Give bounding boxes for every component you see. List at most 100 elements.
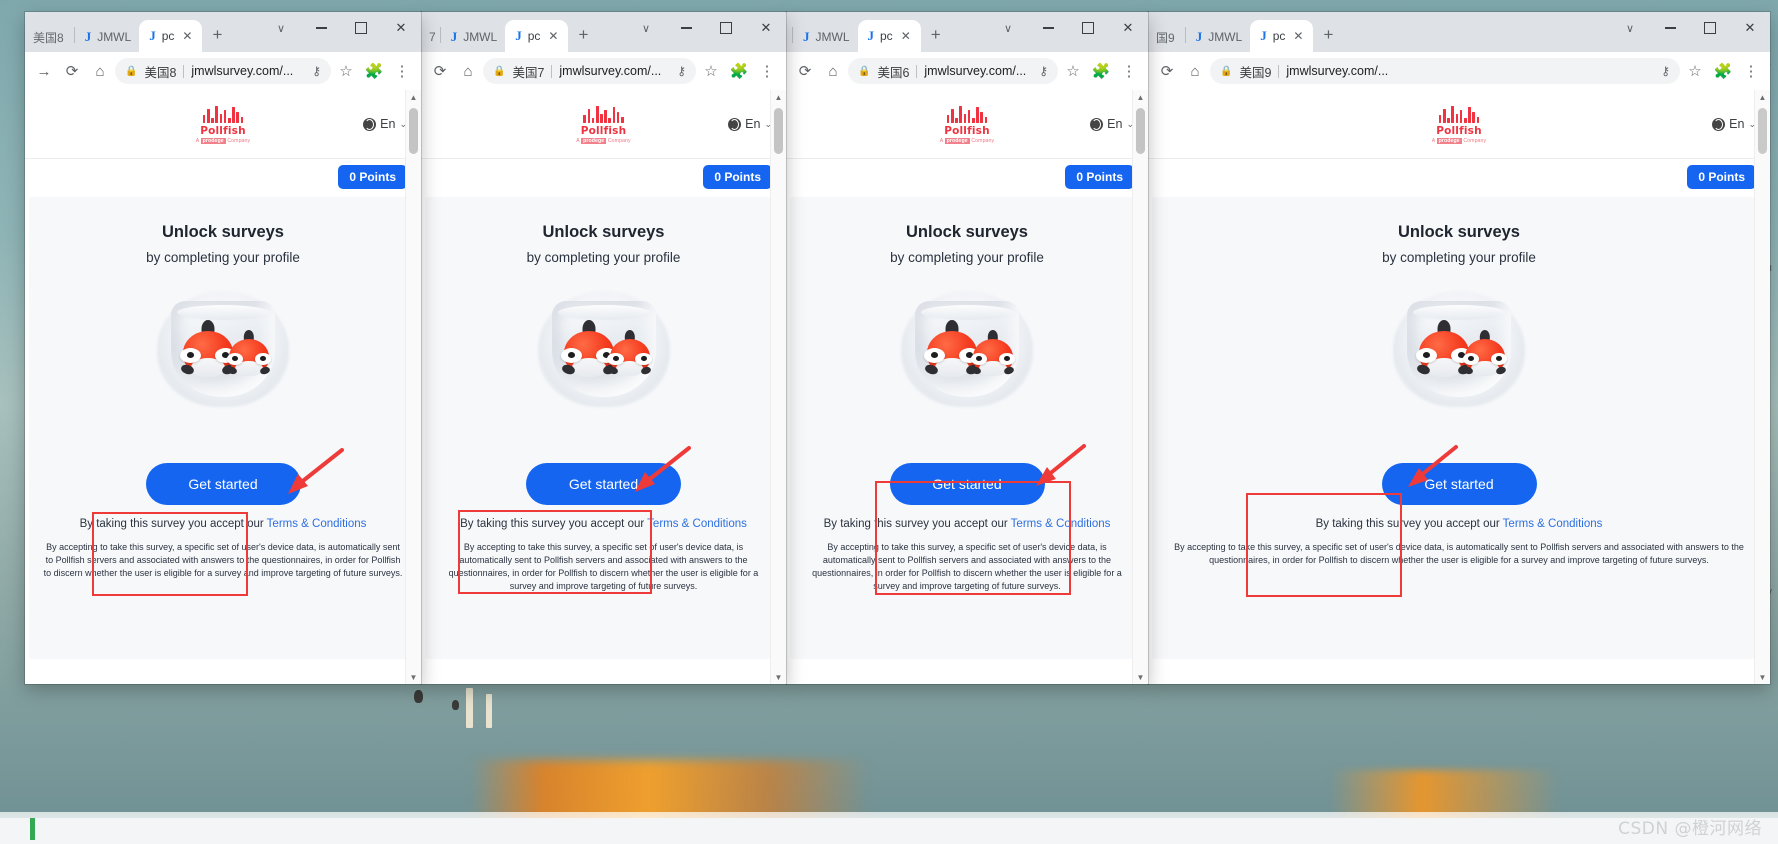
window-4-tab-jmwl[interactable]: J JMWL [1188, 22, 1251, 52]
taskbar[interactable] [0, 818, 1778, 844]
terms-and-conditions-link[interactable]: Terms & Conditions [267, 518, 367, 530]
new-tab-button[interactable]: + [568, 25, 598, 45]
window-2-close-button[interactable]: ✕ [746, 13, 786, 43]
window-1-minimize-button[interactable] [301, 13, 341, 43]
scroll-down-icon[interactable]: ▼ [406, 670, 421, 684]
key-icon[interactable]: ⚷ [1039, 64, 1048, 78]
get-started-button[interactable]: Get started [145, 463, 301, 505]
home-icon[interactable]: ⌂ [820, 58, 846, 84]
key-icon[interactable]: ⚷ [312, 64, 321, 78]
points-badge[interactable]: 0 Points [338, 165, 407, 189]
window-4-tab-pc[interactable]: J pc ✕ [1250, 20, 1314, 52]
window-3-maximize-button[interactable] [1068, 13, 1108, 43]
scroll-down-icon[interactable]: ▼ [1755, 670, 1770, 684]
window-3-tab-pc[interactable]: J pc ✕ [857, 20, 921, 52]
star-icon[interactable]: ☆ [698, 58, 724, 84]
scrollbar-thumb[interactable] [1758, 108, 1767, 154]
puzzle-icon[interactable]: 🧩 [726, 58, 752, 84]
window-1-chevron-down-icon[interactable]: ∨ [261, 13, 301, 43]
window-2-scrollbar[interactable]: ▲ ▼ [770, 90, 786, 684]
points-badge[interactable]: 0 Points [1065, 165, 1134, 189]
window-2-maximize-button[interactable] [706, 13, 746, 43]
browser-window-3[interactable]: J JMWL J pc ✕ + ∨ ✕ ⟳ ⌂ 🔒 美国6 jmwlsurvey… [786, 12, 1148, 684]
scrollbar-thumb[interactable] [409, 108, 418, 154]
window-3-address-bar[interactable]: 🔒 美国6 jmwlsurvey.com/... ⚷ [848, 58, 1058, 84]
window-1-tab-jmwl[interactable]: J JMWL [77, 22, 140, 52]
points-badge[interactable]: 0 Points [1687, 165, 1756, 189]
new-tab-button[interactable]: + [202, 25, 232, 45]
tab-close-icon[interactable]: ✕ [182, 29, 192, 43]
reload-icon[interactable]: ⟳ [427, 58, 453, 84]
home-icon[interactable]: ⌂ [87, 58, 113, 84]
three-dot-menu-icon[interactable]: ⋮ [389, 58, 415, 84]
tab-close-icon[interactable]: ✕ [901, 29, 911, 43]
window-3-tab-jmwl[interactable]: J JMWL [795, 22, 858, 52]
get-started-button[interactable]: Get started [889, 463, 1045, 505]
points-badge[interactable]: 0 Points [703, 165, 772, 189]
reload-icon[interactable]: ⟳ [1154, 58, 1180, 84]
window-1-scrollbar[interactable]: ▲ ▼ [405, 90, 421, 684]
browser-window-1[interactable]: 美国8 J JMWL J pc ✕ + ∨ ✕ → ⟳ ⌂ 🔒 美国8 jmwl… [25, 12, 421, 684]
three-dot-menu-icon[interactable]: ⋮ [1738, 58, 1764, 84]
new-tab-button[interactable]: + [921, 25, 951, 45]
window-3-chevron-down-icon[interactable]: ∨ [988, 13, 1028, 43]
window-3-minimize-button[interactable] [1028, 13, 1068, 43]
browser-window-4[interactable]: 国9 J JMWL J pc ✕ + ∨ ✕ ⟳ ⌂ 🔒 美国9 jmwlsur… [1148, 12, 1770, 684]
scrollbar-thumb[interactable] [774, 108, 783, 154]
window-4-chevron-down-icon[interactable]: ∨ [1610, 13, 1650, 43]
scroll-up-icon[interactable]: ▲ [406, 90, 421, 104]
window-1-address-bar[interactable]: 🔒 美国8 jmwlsurvey.com/... ⚷ [115, 58, 331, 84]
window-4-scrollbar[interactable]: ▲ ▼ [1754, 90, 1770, 684]
window-4-close-button[interactable]: ✕ [1730, 13, 1770, 43]
puzzle-icon[interactable]: 🧩 [361, 58, 387, 84]
reload-icon[interactable]: ⟳ [792, 58, 818, 84]
window-2-tab-jmwl[interactable]: J JMWL [443, 22, 506, 52]
scroll-down-icon[interactable]: ▼ [1133, 670, 1148, 684]
language-selector-2[interactable]: En ⌄ [728, 117, 772, 131]
star-icon[interactable]: ☆ [333, 58, 359, 84]
window-4-address-bar[interactable]: 🔒 美国9 jmwlsurvey.com/... ⚷ [1210, 58, 1680, 84]
star-icon[interactable]: ☆ [1060, 58, 1086, 84]
terms-and-conditions-link[interactable]: Terms & Conditions [1503, 518, 1603, 530]
key-icon[interactable]: ⚷ [1661, 64, 1670, 78]
window-4-minimize-button[interactable] [1650, 13, 1690, 43]
terms-and-conditions-link[interactable]: Terms & Conditions [647, 518, 747, 530]
tab-close-icon[interactable]: ✕ [1293, 29, 1303, 43]
terms-and-conditions-link[interactable]: Terms & Conditions [1011, 518, 1111, 530]
window-1-close-button[interactable]: ✕ [381, 13, 421, 43]
scroll-up-icon[interactable]: ▲ [1755, 90, 1770, 104]
scrollbar-thumb[interactable] [1136, 108, 1145, 154]
language-selector-4[interactable]: En ⌄ [1712, 117, 1756, 131]
window-4-maximize-button[interactable] [1690, 13, 1730, 43]
window-1-partial-tab[interactable]: 美国8 [25, 22, 72, 52]
window-2-partial-tab[interactable]: 7 [421, 22, 438, 52]
window-2-chevron-down-icon[interactable]: ∨ [626, 13, 666, 43]
window-1-tab-pc[interactable]: J pc ✕ [139, 20, 203, 52]
three-dot-menu-icon[interactable]: ⋮ [1116, 58, 1142, 84]
window-4-partial-tab[interactable]: 国9 [1148, 22, 1183, 52]
puzzle-icon[interactable]: 🧩 [1088, 58, 1114, 84]
language-selector-1[interactable]: En ⌄ [363, 117, 407, 131]
scroll-down-icon[interactable]: ▼ [771, 670, 786, 684]
puzzle-icon[interactable]: 🧩 [1710, 58, 1736, 84]
window-2-minimize-button[interactable] [666, 13, 706, 43]
home-icon[interactable]: ⌂ [455, 58, 481, 84]
new-tab-button[interactable]: + [1313, 25, 1343, 45]
browser-window-2[interactable]: 7 J JMWL J pc ✕ + ∨ ✕ ⟳ ⌂ 🔒 美国7 jmwlsurv… [421, 12, 786, 684]
reload-icon[interactable]: ⟳ [59, 58, 85, 84]
forward-arrow-icon[interactable]: → [31, 58, 57, 84]
scroll-up-icon[interactable]: ▲ [1133, 90, 1148, 104]
language-selector-3[interactable]: En ⌄ [1090, 117, 1134, 131]
window-2-address-bar[interactable]: 🔒 美国7 jmwlsurvey.com/... ⚷ [483, 58, 696, 84]
window-3-close-button[interactable]: ✕ [1108, 13, 1148, 43]
tab-close-icon[interactable]: ✕ [548, 29, 558, 43]
get-started-button[interactable]: Get started [1381, 463, 1537, 505]
window-1-maximize-button[interactable] [341, 13, 381, 43]
window-3-scrollbar[interactable]: ▲ ▼ [1132, 90, 1148, 684]
get-started-button[interactable]: Get started [526, 463, 681, 505]
key-icon[interactable]: ⚷ [677, 64, 686, 78]
three-dot-menu-icon[interactable]: ⋮ [754, 58, 780, 84]
scroll-up-icon[interactable]: ▲ [771, 90, 786, 104]
home-icon[interactable]: ⌂ [1182, 58, 1208, 84]
star-icon[interactable]: ☆ [1682, 58, 1708, 84]
